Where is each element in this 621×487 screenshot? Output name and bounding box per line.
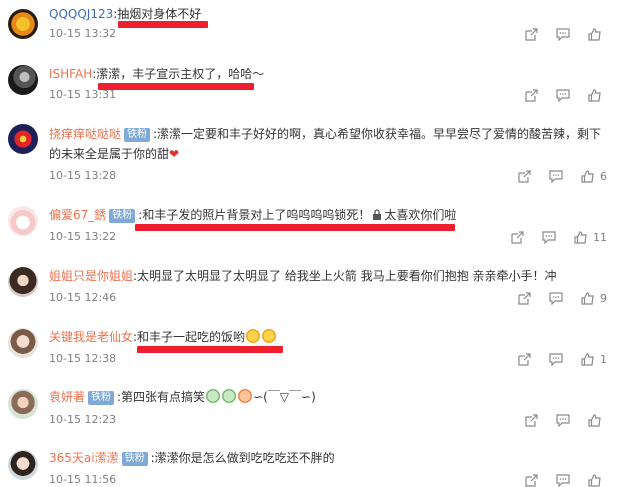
thumbs-up-icon xyxy=(588,413,601,427)
thumbs-up-icon xyxy=(581,352,594,366)
username[interactable]: ISHFAH xyxy=(49,67,92,81)
emoji-icon xyxy=(262,329,277,343)
forward-icon[interactable] xyxy=(518,169,531,183)
like-button[interactable] xyxy=(588,27,607,41)
username[interactable]: 关键我是老仙女 xyxy=(49,330,133,344)
thumbs-up-icon xyxy=(588,473,601,487)
emoji-icon xyxy=(238,389,253,403)
like-button[interactable]: 1 xyxy=(581,353,607,366)
like-count: 11 xyxy=(593,230,607,244)
comment-actions: 1 xyxy=(518,351,607,367)
redaction-mark xyxy=(135,224,455,231)
comment-text-tail: ∽(￣▽￣∽) xyxy=(253,390,316,404)
fan-badge: 铁粉 xyxy=(121,452,148,466)
like-button[interactable] xyxy=(588,473,607,487)
reply-icon[interactable] xyxy=(556,88,570,102)
emoji-icon xyxy=(222,389,237,403)
reply-icon[interactable] xyxy=(542,230,556,244)
like-count: 6 xyxy=(600,169,607,183)
reply-icon[interactable] xyxy=(549,291,563,305)
timestamp: 10-15 11:56 xyxy=(49,473,117,486)
emoji-icon xyxy=(246,329,261,343)
thumbs-up-icon xyxy=(581,169,594,183)
timestamp: 10-15 13:22 xyxy=(49,230,117,243)
comment-actions xyxy=(525,26,607,42)
comment-actions xyxy=(525,472,607,487)
comment-text: :潆潆一定要和丰子好好的啊，真心希望你收获幸福。早早尝尽了爱情的酸苦辣，剩下 xyxy=(153,127,602,141)
timestamp: 10-15 13:32 xyxy=(49,27,117,40)
avatar[interactable] xyxy=(8,206,38,236)
reply-icon[interactable] xyxy=(556,27,570,41)
comment-actions: 11 xyxy=(511,229,607,245)
like-button[interactable] xyxy=(588,413,607,427)
forward-icon[interactable] xyxy=(518,352,531,366)
comment-text-tail: 太喜欢你们啦 xyxy=(384,208,457,222)
timestamp: 10-15 13:28 xyxy=(49,169,117,182)
avatar[interactable] xyxy=(8,328,38,358)
comment-text: :和丰子一起吃的饭哟 xyxy=(133,330,246,344)
comment-text: :潆潆你是怎么做到吃吃吃还不胖的 xyxy=(150,451,335,465)
reply-icon[interactable] xyxy=(549,169,563,183)
thumbs-up-icon xyxy=(588,88,601,102)
like-button[interactable]: 11 xyxy=(574,231,607,244)
comment-text-continued: 的未来全是属于你的甜 xyxy=(49,147,170,161)
like-button[interactable]: 9 xyxy=(581,292,607,305)
username[interactable]: 偏爱67_銹 xyxy=(49,208,106,222)
comment-text: :潆潆，丰子宣示主权了，哈哈～ xyxy=(92,67,265,81)
username[interactable]: QQQQJ123 xyxy=(49,7,113,21)
timestamp: 10-15 13:31 xyxy=(49,88,117,101)
avatar[interactable] xyxy=(8,65,38,95)
username[interactable]: 袁妍著 xyxy=(49,390,85,404)
like-button[interactable] xyxy=(588,88,607,102)
thumbs-up-icon xyxy=(581,291,594,305)
avatar[interactable] xyxy=(8,450,38,480)
redaction-mark xyxy=(137,346,283,353)
like-count: 1 xyxy=(600,352,607,366)
like-count: 9 xyxy=(600,291,607,305)
comment-text: :和丰子发的照片背景对上了呜呜呜呜锁死！ xyxy=(138,208,371,222)
reply-icon[interactable] xyxy=(549,352,563,366)
redaction-mark xyxy=(98,83,254,90)
forward-icon[interactable] xyxy=(525,413,538,427)
reply-icon[interactable] xyxy=(556,413,570,427)
avatar[interactable] xyxy=(8,267,38,297)
fan-badge: 铁粉 xyxy=(109,209,136,223)
avatar[interactable] xyxy=(8,9,38,39)
comment-text: :太明显了太明显了太明显了 给我坐上火箭 我马上要看你们抱抱 亲亲牵小手！冲 xyxy=(133,269,557,283)
timestamp: 10-15 12:23 xyxy=(49,413,117,426)
thumbs-up-icon xyxy=(588,27,601,41)
avatar[interactable] xyxy=(8,389,38,419)
username[interactable]: 挠痒痒哒哒哒 xyxy=(49,127,121,141)
heart-icon: ❤ xyxy=(169,147,180,161)
comment-actions xyxy=(525,412,607,428)
comment-text: :第四张有点搞笑 xyxy=(117,390,206,404)
emoji-icon xyxy=(206,389,221,403)
comment-text: :抽烟对身体不好 xyxy=(113,7,202,21)
username[interactable]: 365天ai潆潆 xyxy=(49,451,119,465)
like-button[interactable]: 6 xyxy=(581,170,607,183)
forward-icon[interactable] xyxy=(518,291,531,305)
comment-actions xyxy=(525,87,607,103)
fan-badge: 铁粉 xyxy=(88,391,115,405)
thumbs-up-icon xyxy=(574,230,587,244)
timestamp: 10-15 12:46 xyxy=(49,291,117,304)
comment-actions: 6 xyxy=(518,168,607,184)
comment-actions: 9 xyxy=(518,290,607,306)
forward-icon[interactable] xyxy=(525,27,538,41)
username[interactable]: 姐姐只是你姐姐 xyxy=(49,269,133,283)
forward-icon[interactable] xyxy=(511,230,524,244)
forward-icon[interactable] xyxy=(525,473,538,487)
forward-icon[interactable] xyxy=(525,88,538,102)
timestamp: 10-15 12:38 xyxy=(49,352,117,365)
redaction-mark xyxy=(118,21,208,28)
avatar[interactable] xyxy=(8,124,38,154)
fan-badge: 铁粉 xyxy=(124,128,151,142)
reply-icon[interactable] xyxy=(556,473,570,487)
lock-icon xyxy=(372,208,382,224)
